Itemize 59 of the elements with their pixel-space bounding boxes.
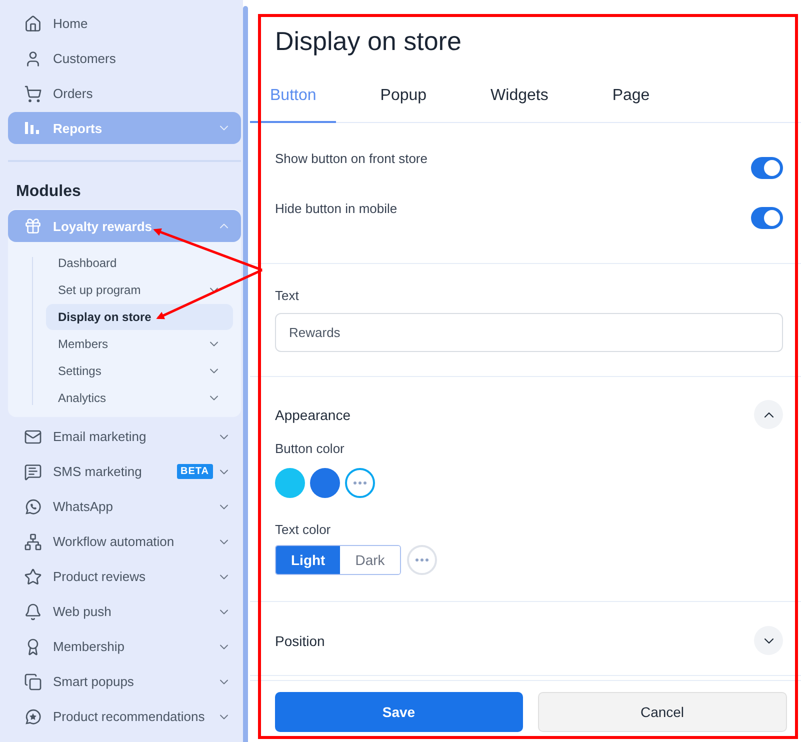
person-icon [24, 50, 42, 68]
submenu-item[interactable]: Analytics [46, 385, 233, 411]
chat-icon [24, 462, 42, 480]
nav-item[interactable]: Orders [8, 76, 241, 111]
nav-item[interactable]: Home [8, 6, 241, 41]
gift-icon [24, 217, 42, 235]
tab[interactable]: Button [250, 70, 336, 123]
toggle-label: Hide button in mobile [275, 200, 398, 216]
section-heading: Modules [15, 182, 82, 202]
home-icon [24, 14, 42, 32]
nav-item[interactable]: Web push [8, 594, 241, 629]
bell-icon [24, 602, 42, 620]
nav-item[interactable]: Smart popups [8, 664, 241, 699]
nav-item[interactable]: Customers [8, 41, 241, 76]
cancel-button[interactable]: Cancel [538, 692, 787, 732]
submenu-item[interactable]: Settings [46, 358, 233, 384]
nav-item[interactable]: Workflow automation [8, 524, 241, 559]
more-colors-button[interactable] [345, 468, 375, 498]
expand-button[interactable] [754, 626, 783, 655]
text-field[interactable]: Rewards [275, 313, 783, 352]
nav-item[interactable]: Membership [8, 629, 241, 664]
copy-icon [24, 672, 42, 690]
star-bubble-icon [24, 708, 42, 726]
submenu-item[interactable]: Set up program [46, 277, 233, 303]
submenu-item[interactable]: Display on store [46, 304, 233, 330]
field-label: Text color [275, 522, 332, 537]
chat-phone-icon [24, 498, 42, 516]
nav-item[interactable]: Product reviews [8, 559, 241, 594]
submenu-item[interactable]: Dashboard [46, 250, 233, 276]
collapse-button[interactable] [754, 400, 783, 429]
beta-badge: BETA [176, 464, 213, 479]
network-icon [24, 532, 42, 550]
bar-chart-icon [24, 119, 40, 135]
color-swatch[interactable] [310, 468, 340, 498]
nav-item[interactable]: Email marketing [8, 419, 241, 454]
color-swatch[interactable] [275, 468, 305, 498]
nav-item[interactable]: WhatsApp [8, 489, 241, 524]
section-title: Appearance [275, 406, 351, 422]
toggle-switch[interactable] [751, 157, 783, 179]
save-button[interactable]: Save [275, 692, 522, 732]
cart-icon [24, 84, 42, 102]
tab[interactable]: Widgets [470, 70, 568, 123]
field-label: Text [275, 288, 300, 303]
submenu-item[interactable]: Members [46, 331, 233, 357]
more-icon [353, 481, 367, 485]
toggle-label: Show button on front store [275, 150, 428, 166]
mail-icon [24, 428, 42, 446]
tab[interactable]: Popup [360, 70, 447, 123]
tab[interactable]: Page [592, 70, 670, 123]
toggle-switch[interactable] [751, 207, 783, 229]
star-icon [24, 568, 42, 586]
scrollbar[interactable] [243, 6, 248, 742]
more-icon [414, 558, 429, 562]
section-title: Position [275, 632, 325, 648]
nav-item[interactable]: Product recommendations [8, 699, 241, 734]
segment-button[interactable]: Light [276, 546, 340, 574]
page-title: Display on store [274, 25, 462, 58]
nav-item[interactable]: SMS marketing BETA [8, 454, 241, 489]
field-label: Button color [275, 441, 346, 456]
